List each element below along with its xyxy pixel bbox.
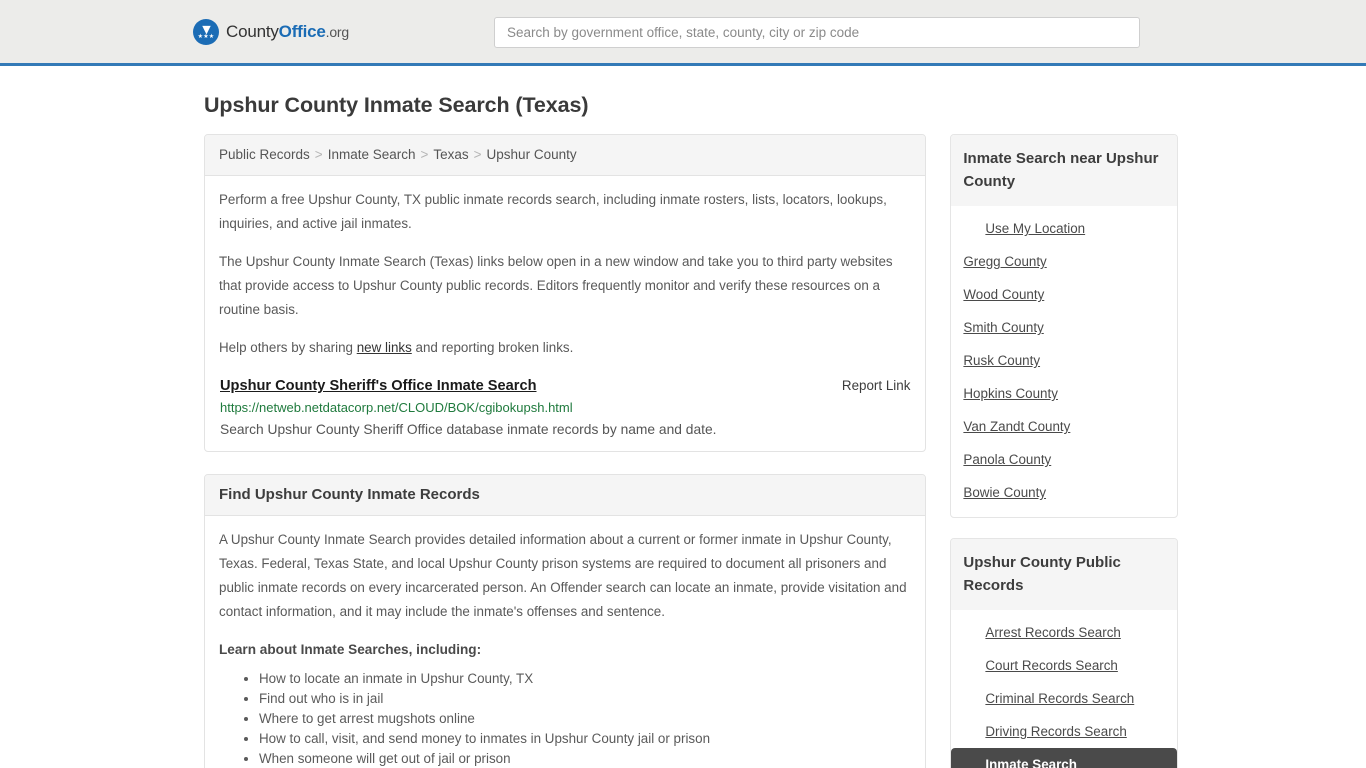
learn-about-lead-in: Learn about Inmate Searches, including: bbox=[219, 642, 482, 657]
intro-panel: Public Records > Inmate Search > Texas > Upshu… bbox=[204, 134, 927, 452]
sidebar: Inmate Search near Upshur County Use My … bbox=[950, 134, 1178, 768]
sidebar-item-gregg-county[interactable]: Gregg County bbox=[951, 245, 1177, 278]
sidebar-item-wood-county[interactable]: Wood County bbox=[951, 278, 1177, 311]
search-input[interactable] bbox=[494, 17, 1140, 48]
list-item: Find out who is in jail bbox=[259, 689, 911, 709]
brand-part-county: County bbox=[226, 21, 279, 41]
brand-wordmark: CountyOffice.org bbox=[226, 22, 349, 42]
result-header-row: Upshur County Sheriff's Office Inmate Se… bbox=[220, 378, 910, 394]
sidebar-item-smith-county[interactable]: Smith County bbox=[951, 311, 1177, 344]
sidebar-item-bowie-county[interactable]: Bowie County bbox=[951, 476, 1177, 509]
nearby-panel-list: Use My Location Gregg County Wood County… bbox=[951, 206, 1177, 517]
public-records-panel-title: Upshur County Public Records bbox=[951, 539, 1177, 610]
intro-paragraph-2: The Upshur County Inmate Search (Texas) … bbox=[219, 254, 893, 317]
breadcrumb-item-inmate-search[interactable]: Inmate Search bbox=[328, 147, 416, 162]
nearby-inmate-search-panel: Inmate Search near Upshur County Use My … bbox=[950, 134, 1178, 518]
main-column: Public Records > Inmate Search > Texas > Upshu… bbox=[204, 134, 927, 768]
public-records-panel-list: Arrest Records Search Court Records Sear… bbox=[951, 610, 1177, 768]
find-records-panel: Find Upshur County Inmate Records A Upsh… bbox=[204, 474, 927, 768]
content-container: Upshur County Inmate Search (Texas) Publ… bbox=[188, 93, 1178, 768]
report-link-button[interactable]: Report Link bbox=[842, 378, 910, 393]
breadcrumb-separator: > bbox=[473, 147, 482, 162]
sidebar-item-van-zandt-county[interactable]: Van Zandt County bbox=[951, 410, 1177, 443]
list-item: When someone will get out of jail or pri… bbox=[259, 749, 911, 768]
breadcrumb-trail: Public Records > Inmate Search > Texas > Upshu… bbox=[219, 147, 577, 162]
eagle-stars-seal-icon: ▼ ★★★ bbox=[193, 18, 219, 45]
sidebar-item-use-my-location[interactable]: Use My Location bbox=[951, 212, 1177, 245]
site-logo[interactable]: ▼ ★★★ CountyOffice.org bbox=[193, 18, 349, 45]
breadcrumb-item-texas[interactable]: Texas bbox=[433, 147, 468, 162]
find-records-title: Find Upshur County Inmate Records bbox=[219, 486, 480, 503]
find-records-header: Find Upshur County Inmate Records bbox=[205, 475, 926, 516]
sidebar-item-criminal-records-search[interactable]: Criminal Records Search bbox=[951, 682, 1177, 715]
find-records-body: A Upshur County Inmate Search provides d… bbox=[205, 516, 925, 768]
sidebar-item-hopkins-county[interactable]: Hopkins County bbox=[951, 377, 1177, 410]
site-header: ▼ ★★★ CountyOffice.org bbox=[0, 0, 1366, 66]
breadcrumb-separator: > bbox=[314, 147, 323, 162]
sidebar-item-driving-records-search[interactable]: Driving Records Search bbox=[951, 715, 1177, 748]
intro-paragraph-3: Help others by sharing new links and rep… bbox=[219, 336, 911, 360]
page-body: Upshur County Inmate Search (Texas) Publ… bbox=[0, 93, 1366, 768]
breadcrumb-item-public-records[interactable]: Public Records bbox=[219, 147, 310, 162]
sidebar-item-arrest-records-search[interactable]: Arrest Records Search bbox=[951, 616, 1177, 649]
sidebar-item-panola-county[interactable]: Panola County bbox=[951, 443, 1177, 476]
inmate-search-topics-list: How to locate an inmate in Upshur County… bbox=[219, 669, 911, 768]
list-item: Where to get arrest mugshots online bbox=[259, 709, 911, 729]
find-records-paragraph: A Upshur County Inmate Search provides d… bbox=[219, 532, 907, 619]
new-links-link[interactable]: new links bbox=[357, 340, 412, 355]
breadcrumb-separator: > bbox=[420, 147, 429, 162]
breadcrumb: Public Records > Inmate Search > Texas > Upshu… bbox=[205, 135, 926, 176]
sidebar-item-rusk-county[interactable]: Rusk County bbox=[951, 344, 1177, 377]
columns: Public Records > Inmate Search > Texas > Upshu… bbox=[188, 134, 1178, 768]
nearby-panel-title: Inmate Search near Upshur County bbox=[951, 135, 1177, 206]
result-description: Search Upshur County Sheriff Office data… bbox=[220, 422, 717, 437]
list-item: How to locate an inmate in Upshur County… bbox=[259, 669, 911, 689]
list-item: How to call, visit, and send money to in… bbox=[259, 729, 911, 749]
sidebar-item-inmate-search[interactable]: Inmate Search bbox=[951, 748, 1177, 768]
breadcrumb-item-upshur-county[interactable]: Upshur County bbox=[487, 147, 577, 162]
result-title-link[interactable]: Upshur County Sheriff's Office Inmate Se… bbox=[220, 378, 537, 394]
share-text-after: and reporting broken links. bbox=[411, 340, 574, 355]
search-box[interactable] bbox=[494, 17, 1140, 48]
brand-part-tld: .org bbox=[325, 23, 350, 40]
share-text-before: Help others by sharing bbox=[219, 340, 357, 355]
result-url: https://netweb.netdatacorp.net/CLOUD/BOK… bbox=[220, 400, 573, 415]
brand-part-office: Office bbox=[278, 21, 326, 41]
sidebar-item-court-records-search[interactable]: Court Records Search bbox=[951, 649, 1177, 682]
intro-paragraph-1: Perform a free Upshur County, TX public … bbox=[219, 192, 887, 231]
intro-body: Perform a free Upshur County, TX public … bbox=[205, 176, 925, 451]
result-item: Upshur County Sheriff's Office Inmate Se… bbox=[219, 378, 911, 437]
page-title: Upshur County Inmate Search (Texas) bbox=[204, 93, 589, 117]
public-records-panel: Upshur County Public Records Arrest Reco… bbox=[950, 538, 1178, 768]
